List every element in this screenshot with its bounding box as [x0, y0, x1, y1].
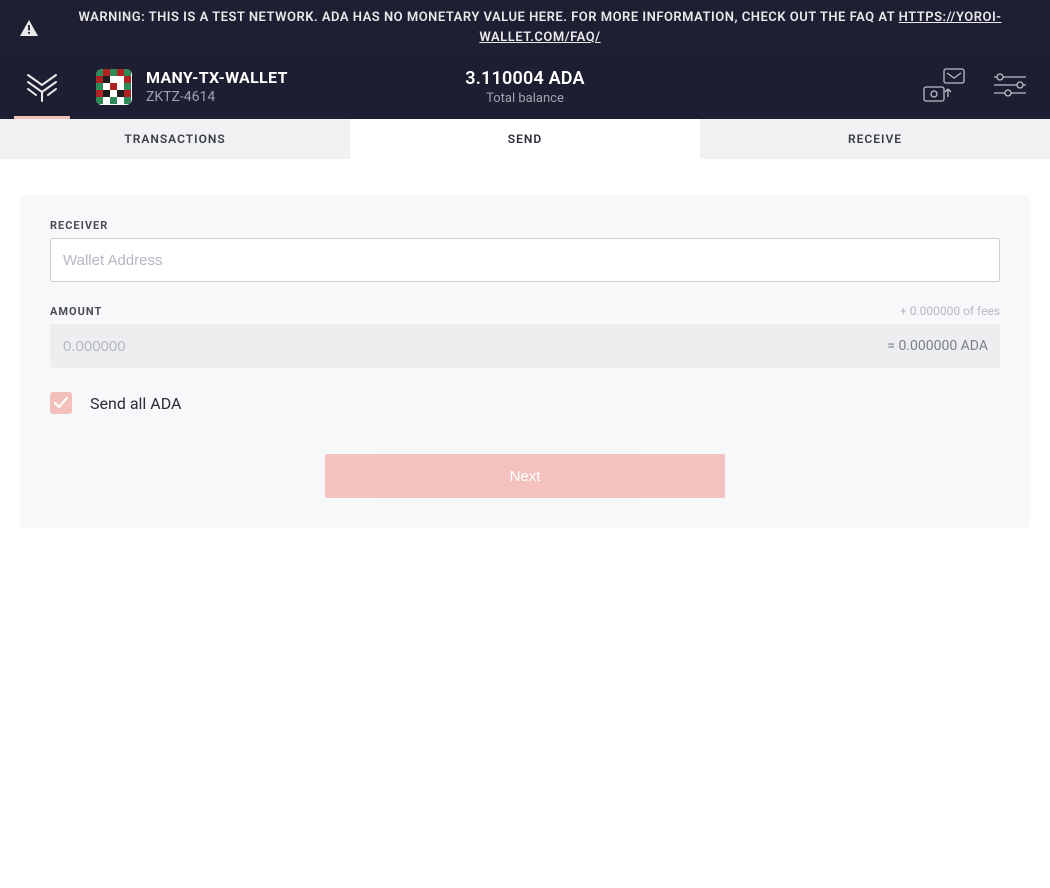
- wallet-stack-icon[interactable]: [922, 67, 966, 107]
- warning-text: WARNING: THIS IS A TEST NETWORK. ADA HAS…: [79, 10, 899, 25]
- next-button[interactable]: Next: [325, 454, 725, 498]
- send-all-label: Send all ADA: [90, 394, 181, 413]
- tab-send[interactable]: SEND: [350, 119, 700, 159]
- send-form: RECEIVER AMOUNT + 0.000000 of fees = 0.0…: [20, 195, 1030, 528]
- receiver-input[interactable]: [50, 238, 1000, 282]
- wallet-id: ZKTZ-4614: [146, 88, 288, 106]
- wallet-avatar-icon: [96, 69, 132, 105]
- balance-amount: 3.110004 ADA: [465, 68, 585, 89]
- app-header: MANY-TX-WALLET ZKTZ-4614 3.110004 ADA To…: [0, 55, 1050, 119]
- test-network-warning-banner: WARNING: THIS IS A TEST NETWORK. ADA HAS…: [0, 0, 1050, 55]
- balance-block: 3.110004 ADA Total balance: [465, 68, 585, 106]
- tab-receive[interactable]: RECEIVE: [700, 119, 1050, 159]
- wallet-info[interactable]: MANY-TX-WALLET ZKTZ-4614: [96, 68, 288, 105]
- warning-icon: [20, 20, 38, 36]
- wallet-name: MANY-TX-WALLET: [146, 68, 288, 87]
- send-all-checkbox[interactable]: [50, 392, 72, 414]
- active-nav-indicator: [14, 116, 70, 119]
- amount-label: AMOUNT: [50, 305, 102, 318]
- wallet-tabs: TRANSACTIONS SEND RECEIVE: [0, 119, 1050, 159]
- amount-input: [50, 324, 1000, 368]
- fees-hint: + 0.000000 of fees: [900, 304, 1000, 318]
- settings-sliders-icon[interactable]: [994, 72, 1026, 102]
- yoroi-logo-icon[interactable]: [24, 69, 60, 105]
- receiver-label: RECEIVER: [50, 219, 1000, 232]
- tab-transactions[interactable]: TRANSACTIONS: [0, 119, 350, 159]
- balance-label: Total balance: [465, 91, 585, 106]
